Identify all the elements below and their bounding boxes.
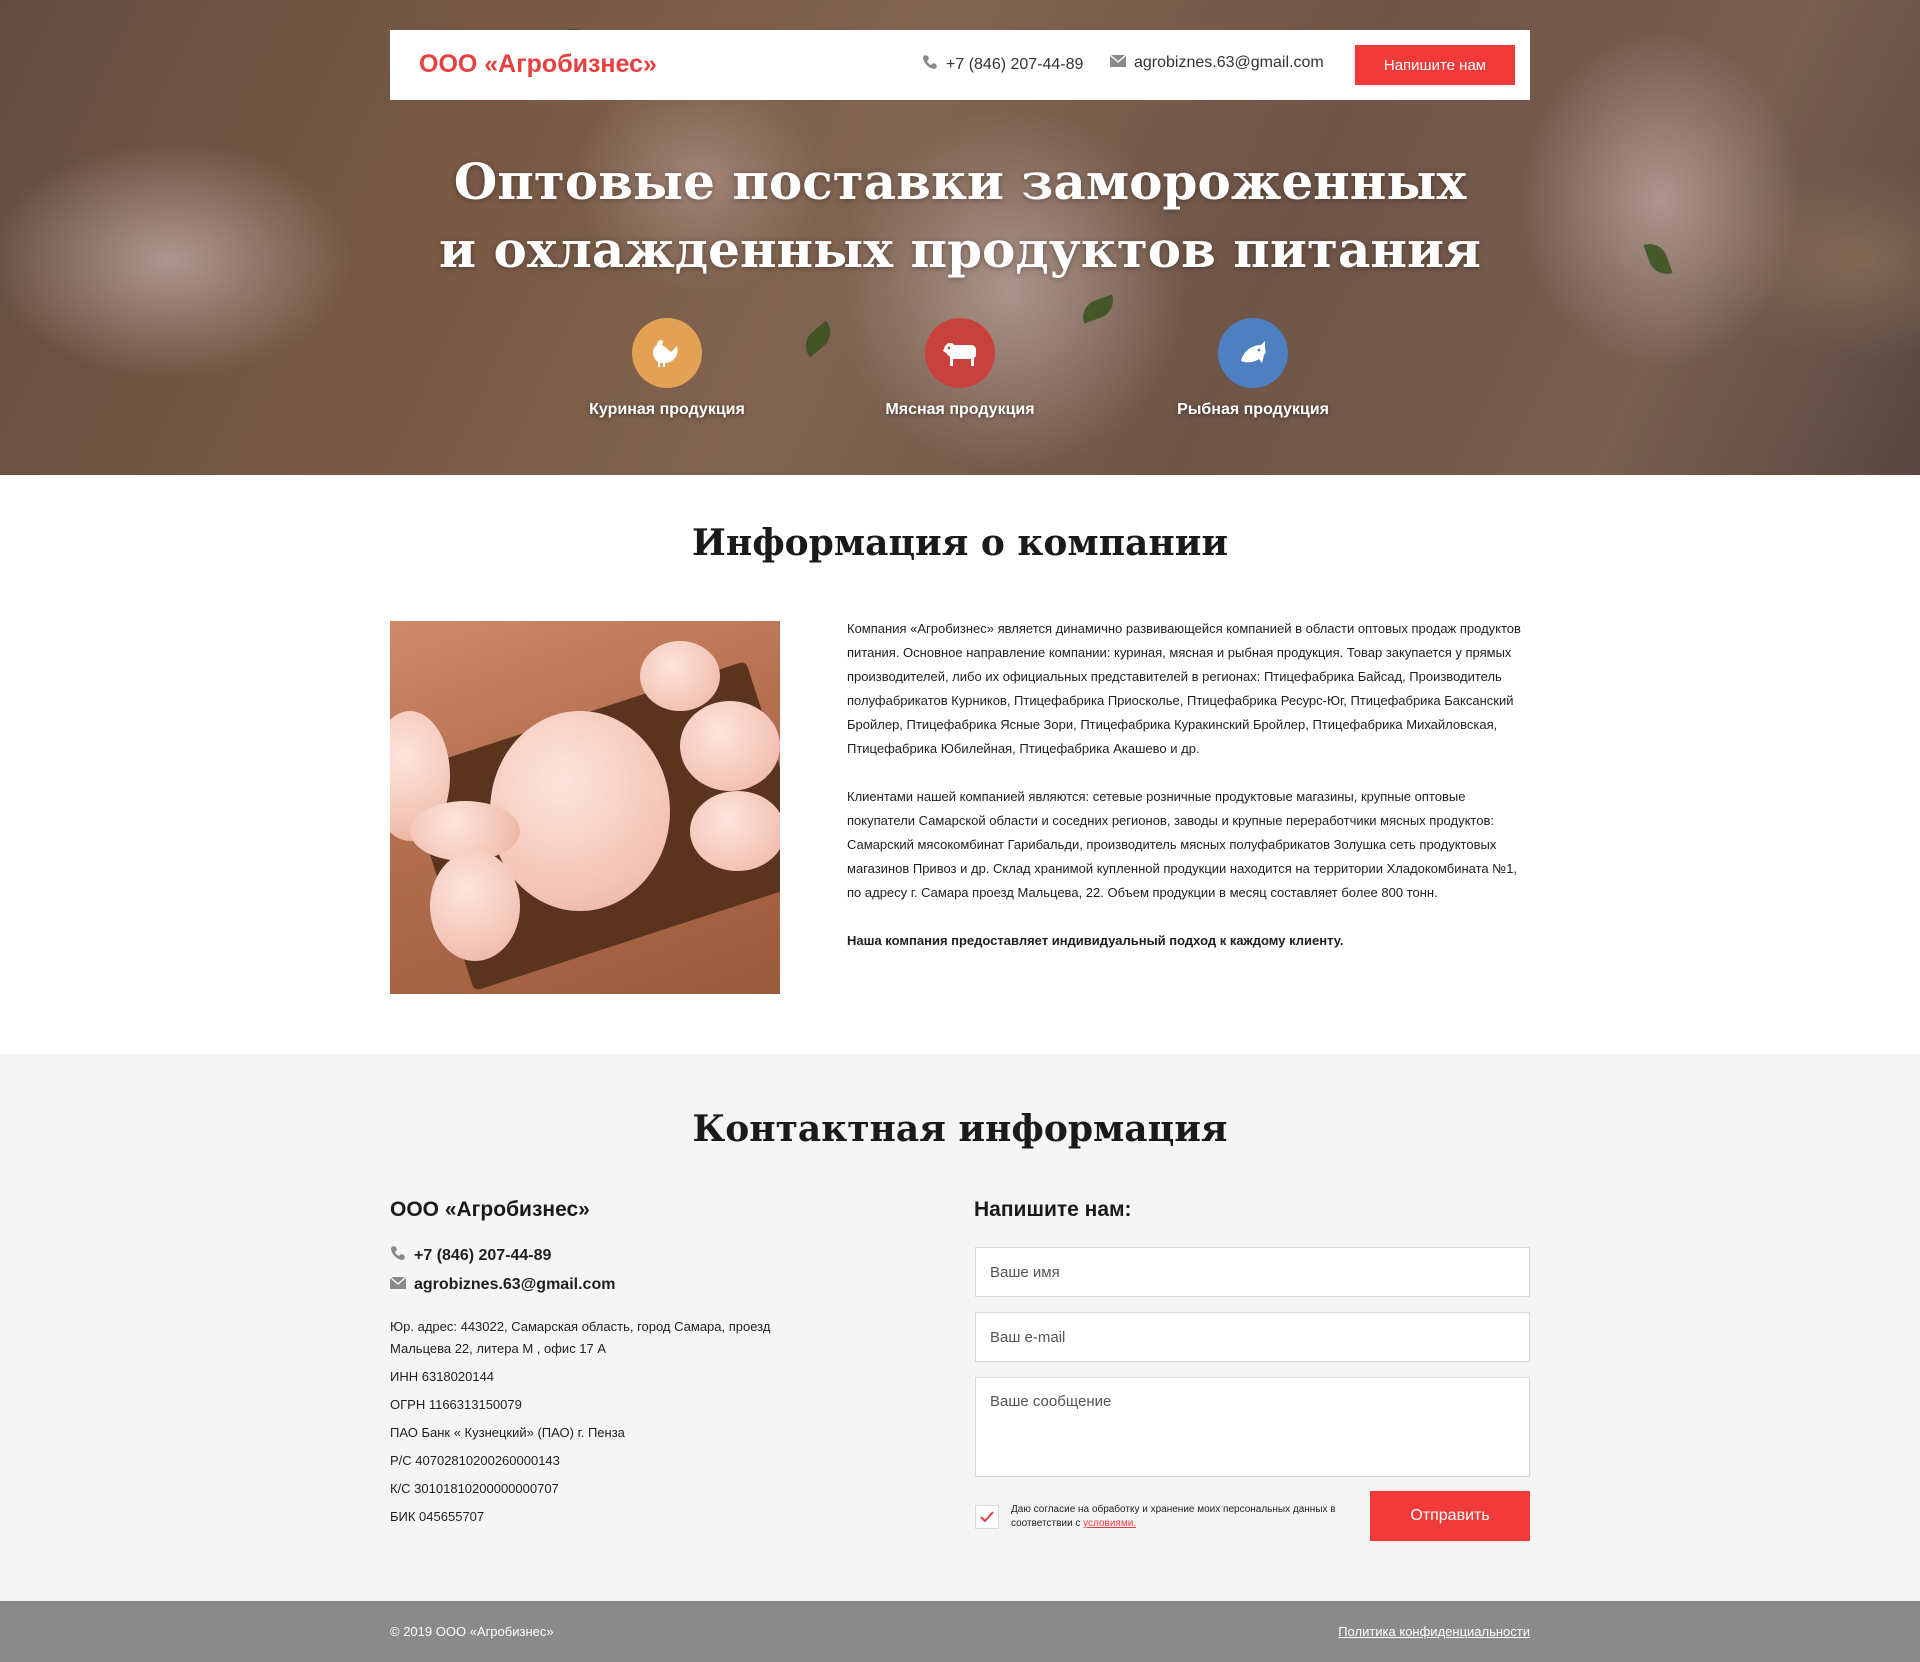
category-label: Рыбная продукция [1177, 401, 1329, 418]
about-text: Компания «Агробизнес» является динамично… [847, 617, 1530, 977]
terms-link[interactable]: условиями. [1083, 1518, 1136, 1529]
consent-label: Даю согласие на обработку и хранение мои… [1011, 1504, 1336, 1529]
contacts-section: Контактная информация ООО «Агробизнес» +… [0, 1054, 1920, 1601]
top-header-bar: ООО «Агробизнес» +7 (846) 207-44-89 agro… [390, 30, 1530, 100]
about-paragraph: Клиентами нашей компанией являются: сете… [847, 789, 1518, 900]
contacts-company-name: ООО «Агробизнес» [390, 1198, 590, 1221]
name-input[interactable] [975, 1247, 1530, 1297]
footer: © 2019 ООО «Агробизнес» Политика конфиде… [0, 1601, 1920, 1662]
category-fish[interactable]: Рыбная продукция [1133, 318, 1373, 419]
header-phone-text: +7 (846) 207-44-89 [946, 55, 1084, 73]
mail-icon [389, 1276, 407, 1294]
company-details: Юр. адрес: 443022, Самарская область, го… [390, 1316, 790, 1534]
about-title: Информация о компании [691, 522, 1229, 564]
settlement-account: Р/С 40702810200260000143 [390, 1453, 560, 1468]
contacts-email-text: agrobiznes.63@gmail.com [414, 1276, 616, 1293]
category-meat[interactable]: Мясная продукция [840, 318, 1080, 419]
email-input[interactable] [975, 1312, 1530, 1362]
message-textarea[interactable] [975, 1377, 1530, 1477]
hero-title: Оптовые поставки замороженных и охлажден… [0, 148, 1920, 284]
privacy-policy-link[interactable]: Политика конфиденциальности [1338, 1624, 1530, 1639]
header-email[interactable]: agrobiznes.63@gmail.com [1109, 54, 1324, 72]
mail-icon [1109, 54, 1127, 72]
copyright: © 2019 ООО «Агробизнес» [390, 1624, 554, 1639]
photo-meat-piece [640, 641, 720, 711]
ogrn: ОГРН 1166313150079 [390, 1397, 522, 1412]
photo-meat-piece [490, 711, 670, 911]
about-paragraph: Компания «Агробизнес» является динамично… [847, 621, 1521, 756]
consent-text: Даю согласие на обработку и хранение мои… [1011, 1503, 1341, 1531]
category-label: Мясная продукция [885, 401, 1035, 418]
chicken-icon [632, 318, 702, 388]
contacts-phone[interactable]: +7 (846) 207-44-89 [390, 1245, 551, 1266]
checkmark-icon [980, 1511, 994, 1523]
contacts-email[interactable]: agrobiznes.63@gmail.com [389, 1276, 616, 1294]
hero-title-line1: Оптовые поставки замороженных [453, 152, 1467, 211]
hero-title-line2: и охлажденных продуктов питания [439, 220, 1481, 279]
photo-meat-piece [690, 791, 780, 871]
header-email-text: agrobiznes.63@gmail.com [1134, 54, 1324, 71]
header-phone[interactable]: +7 (846) 207-44-89 [922, 54, 1083, 75]
phone-icon [390, 1245, 406, 1266]
brand-logo[interactable]: ООО «Агробизнес» [419, 50, 657, 79]
fish-icon [1218, 318, 1288, 388]
category-label: Куриная продукция [589, 401, 745, 418]
chicken-board-photo [390, 621, 780, 994]
contacts-title: Контактная информация [692, 1108, 1228, 1150]
submit-button[interactable]: Отправить [1370, 1491, 1530, 1541]
form-title: Напишите нам: [974, 1198, 1132, 1221]
about-highlight: Наша компания предоставляет индивидуальн… [847, 933, 1344, 948]
cow-icon [925, 318, 995, 388]
photo-meat-piece [430, 851, 520, 961]
write-us-button[interactable]: Напишите нам [1355, 45, 1515, 85]
consent-checkbox[interactable] [975, 1505, 999, 1529]
photo-meat-piece [680, 701, 780, 791]
phone-icon [922, 54, 938, 75]
contacts-phone-text: +7 (846) 207-44-89 [414, 1246, 552, 1264]
bank: ПАО Банк « Кузнецкий» (ПАО) г. Пенза [390, 1425, 625, 1440]
hero-section: ООО «Агробизнес» +7 (846) 207-44-89 agro… [0, 0, 1920, 475]
correspondent-account: К/С 30101810200000000707 [390, 1481, 559, 1496]
legal-address: Юр. адрес: 443022, Самарская область, го… [390, 1319, 771, 1356]
inn: ИНН 6318020144 [390, 1369, 495, 1384]
bik: БИК 045655707 [390, 1509, 485, 1524]
category-chicken[interactable]: Куриная продукция [547, 318, 787, 419]
